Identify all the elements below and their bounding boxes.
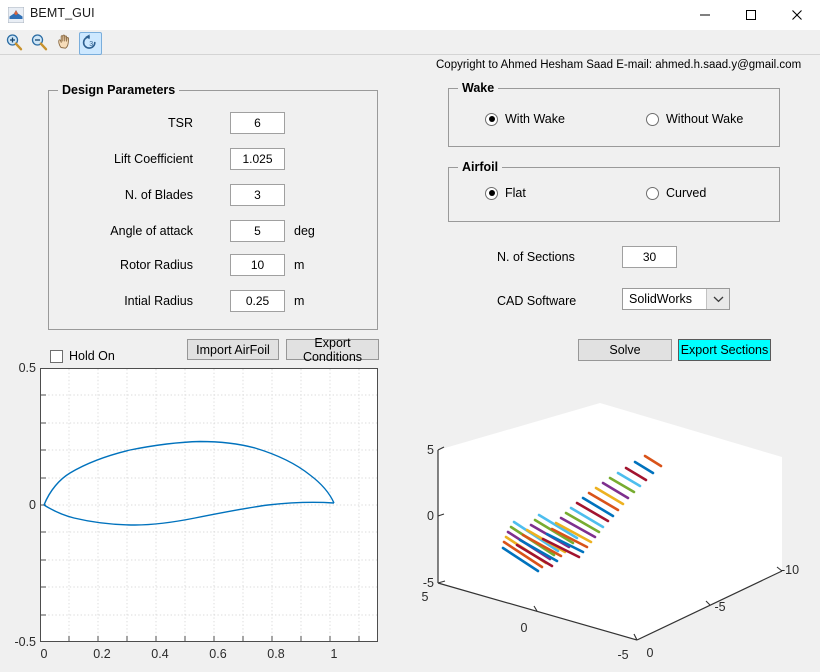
- zoom-out-button[interactable]: [29, 32, 52, 55]
- pan-icon: [58, 34, 69, 49]
- airfoil-panel-title: Airfoil: [458, 160, 503, 174]
- bemt-gui-window: BEMT_GUI 3 Copyright to Ahmed Hesham Saa…: [0, 0, 820, 672]
- angle-of-attack-unit: deg: [294, 224, 315, 238]
- maximize-icon: [746, 10, 756, 20]
- radio-dot-icon: [485, 186, 498, 200]
- radio-with-wake[interactable]: With Wake: [485, 112, 565, 126]
- airfoil-xtick-0: 0: [40, 647, 48, 661]
- radio-flat-label: Flat: [505, 186, 526, 200]
- close-button[interactable]: [774, 0, 820, 30]
- airfoil-ytick-bottom: -0.5: [14, 635, 36, 649]
- cad-software-value: SolidWorks: [629, 292, 692, 306]
- radio-dot-icon: [485, 112, 498, 126]
- tsr-input[interactable]: 6: [230, 112, 285, 134]
- airfoil-ytick-top: 0.5: [18, 361, 36, 375]
- airfoil-xtick-1: 0.2: [93, 647, 111, 661]
- number-of-blades-label: N. of Blades: [124, 188, 193, 202]
- initial-radius-input[interactable]: 0.25: [230, 290, 285, 312]
- airfoil-xtick-4: 0.8: [267, 647, 285, 661]
- export-sections-button[interactable]: Export Sections: [678, 339, 771, 361]
- angle-of-attack-label: Angle of attack: [110, 224, 193, 238]
- pan-button[interactable]: [54, 32, 77, 55]
- cad-software-select[interactable]: SolidWorks: [622, 288, 730, 310]
- airfoil-ytick-mid: 0: [29, 498, 36, 512]
- number-of-blades-input[interactable]: 3: [230, 184, 285, 206]
- window-title: BEMT_GUI: [30, 6, 95, 20]
- design-parameters-title: Design Parameters: [58, 83, 180, 97]
- rotate-3d-icon: 3: [82, 34, 96, 49]
- chevron-down-icon: [706, 289, 729, 309]
- lift-coefficient-label: Lift Coefficient: [114, 152, 193, 166]
- blade3d-xtick-5: 5: [421, 590, 429, 604]
- radio-without-wake-label: Without Wake: [666, 112, 744, 126]
- hold-on-label: Hold On: [69, 349, 115, 363]
- airfoil-xtick-2: 0.4: [151, 647, 169, 661]
- blade3d-xtick-0: 0: [520, 621, 528, 635]
- solve-button[interactable]: Solve: [578, 339, 672, 361]
- angle-of-attack-input[interactable]: 5: [230, 220, 285, 242]
- blade3d-ytick-0: 0: [646, 646, 654, 660]
- axes-3d-background: [438, 403, 782, 640]
- minimize-icon: [700, 14, 710, 16]
- airfoil-xtick-3: 0.6: [209, 647, 227, 661]
- airfoil-xtick-5: 1: [330, 647, 338, 661]
- initial-radius-unit: m: [294, 294, 305, 308]
- blade-3d-plot[interactable]: [400, 395, 820, 657]
- radio-flat[interactable]: Flat: [485, 186, 526, 200]
- hold-on-checkbox[interactable]: Hold On: [50, 349, 115, 363]
- blade3d-ytick--10: -10: [780, 563, 800, 577]
- radio-dot-icon: [646, 112, 659, 126]
- title-bar: BEMT_GUI: [0, 0, 820, 31]
- blade3d-xtick--5: -5: [617, 648, 629, 662]
- blade-3d-svg: [437, 403, 783, 641]
- airfoil-profile-svg: [40, 368, 378, 642]
- number-of-sections-input[interactable]: 30: [622, 246, 677, 268]
- wake-panel-title: Wake: [458, 81, 499, 95]
- radio-curved[interactable]: Curved: [646, 186, 706, 200]
- cad-software-label: CAD Software: [497, 294, 577, 308]
- import-airfoil-button[interactable]: Import AirFoil: [187, 339, 279, 360]
- radio-without-wake[interactable]: Without Wake: [646, 112, 743, 126]
- checkbox-icon: [50, 349, 63, 363]
- export-conditions-button[interactable]: Export Conditions: [286, 336, 379, 364]
- matlab-icon: [8, 7, 24, 23]
- airfoil-profile-plot[interactable]: [40, 368, 378, 642]
- close-icon: [792, 10, 802, 20]
- rotor-radius-label: Rotor Radius: [120, 258, 193, 272]
- blade3d-ztick-5: 5: [427, 443, 434, 457]
- zoom-out-icon: [31, 34, 48, 51]
- initial-radius-label: Intial Radius: [124, 294, 193, 308]
- tsr-label: TSR: [168, 116, 193, 130]
- copyright-text: Copyright to Ahmed Hesham Saad E-mail: a…: [436, 59, 802, 71]
- figure-toolbar: 3: [0, 30, 820, 55]
- rotate-3d-button[interactable]: 3: [79, 32, 102, 55]
- radio-curved-label: Curved: [666, 186, 707, 200]
- maximize-button[interactable]: [728, 0, 774, 30]
- radio-with-wake-label: With Wake: [505, 112, 565, 126]
- blade3d-ztick-0: 0: [427, 509, 434, 523]
- blade3d-ztick--5: -5: [422, 576, 434, 590]
- zoom-in-button[interactable]: [4, 32, 27, 55]
- svg-text:3: 3: [89, 41, 93, 48]
- minimize-button[interactable]: [682, 0, 728, 30]
- rotor-radius-unit: m: [294, 258, 305, 272]
- radio-dot-icon: [646, 186, 659, 200]
- blade3d-ytick--5: -5: [714, 600, 726, 614]
- rotor-radius-input[interactable]: 10: [230, 254, 285, 276]
- lift-coefficient-input[interactable]: 1.025: [230, 148, 285, 170]
- zoom-in-icon: [6, 34, 23, 51]
- number-of-sections-label: N. of Sections: [497, 250, 575, 264]
